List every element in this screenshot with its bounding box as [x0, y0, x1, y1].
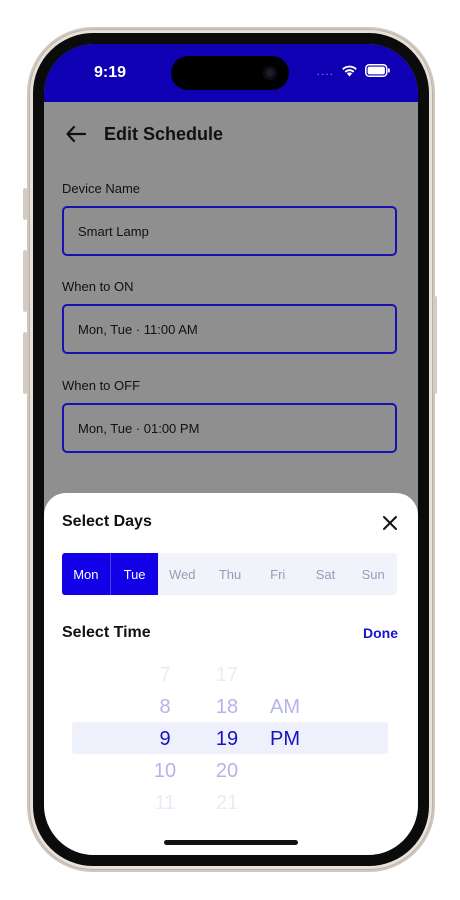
home-indicator[interactable] — [164, 840, 298, 845]
battery-icon — [365, 64, 390, 77]
minute-option-selected[interactable]: 19 — [202, 723, 252, 755]
when-on-field[interactable]: Mon, Tue · 11:00 AM — [62, 304, 397, 354]
day-fri[interactable]: Fri — [254, 553, 302, 595]
select-days-title: Select Days — [62, 513, 152, 530]
hour-option[interactable]: 8 — [140, 691, 190, 723]
time-picker[interactable]: 7 8 9 10 11 17 18 19 20 21 AM PM — [44, 659, 418, 819]
screen: 9:19 .... Edit Schedule Device Name Smar… — [44, 44, 418, 855]
close-icon[interactable] — [382, 515, 398, 531]
ampm-wheel[interactable]: AM PM — [260, 659, 310, 819]
device-name-value: Smart Lamp — [78, 223, 149, 239]
day-mon[interactable]: Mon — [62, 553, 110, 595]
day-sun[interactable]: Sun — [349, 553, 397, 595]
volume-down-button — [23, 332, 27, 394]
when-on-value: Mon, Tue · 11:00 AM — [78, 321, 198, 337]
day-thu[interactable]: Thu — [206, 553, 254, 595]
power-button — [433, 296, 437, 394]
camera-icon — [263, 66, 277, 80]
hour-option[interactable]: 10 — [140, 755, 190, 787]
minute-option[interactable]: 18 — [202, 691, 252, 723]
device-name-label: Device Name — [62, 181, 141, 196]
day-wed[interactable]: Wed — [158, 553, 206, 595]
dynamic-island — [171, 56, 289, 90]
day-tue[interactable]: Tue — [109, 553, 159, 595]
ampm-option-selected[interactable]: PM — [260, 723, 310, 755]
when-off-field[interactable]: Mon, Tue · 01:00 PM — [62, 403, 397, 453]
volume-up-button — [23, 250, 27, 312]
status-indicators: .... — [317, 64, 390, 77]
ampm-option-empty — [260, 659, 310, 691]
when-on-label: When to ON — [62, 279, 134, 294]
header: Edit Schedule — [64, 122, 223, 146]
silent-switch — [23, 188, 27, 220]
hour-option[interactable]: 11 — [140, 787, 190, 819]
done-button[interactable]: Done — [363, 625, 398, 641]
ampm-option[interactable]: AM — [260, 691, 310, 723]
hour-option-selected[interactable]: 9 — [140, 723, 190, 755]
minute-option[interactable]: 21 — [202, 787, 252, 819]
when-off-value: Mon, Tue · 01:00 PM — [78, 420, 200, 436]
days-selector: Mon Tue Wed Thu Fri Sat Sun — [62, 553, 397, 595]
select-time-title: Select Time — [62, 624, 151, 641]
page-title: Edit Schedule — [104, 123, 224, 144]
minute-option[interactable]: 20 — [202, 755, 252, 787]
device-name-field[interactable]: Smart Lamp — [62, 206, 397, 256]
when-off-label: When to OFF — [62, 378, 141, 393]
hour-wheel[interactable]: 7 8 9 10 11 — [140, 659, 190, 819]
minute-wheel[interactable]: 17 18 19 20 21 — [202, 659, 252, 819]
day-sat[interactable]: Sat — [302, 553, 350, 595]
ampm-option-empty — [260, 755, 310, 787]
status-bar: 9:19 .... — [44, 44, 418, 102]
wifi-icon — [341, 64, 358, 77]
status-time: 9:19 — [94, 64, 127, 81]
hour-option[interactable]: 7 — [140, 659, 190, 691]
ampm-option-empty — [260, 787, 310, 819]
schedule-bottom-sheet: Select Days Mon Tue Wed Thu Fri Sat Sun … — [44, 493, 418, 855]
signal-icon: .... — [316, 63, 334, 78]
arrow-left-icon[interactable] — [64, 122, 88, 146]
minute-option[interactable]: 17 — [202, 659, 252, 691]
